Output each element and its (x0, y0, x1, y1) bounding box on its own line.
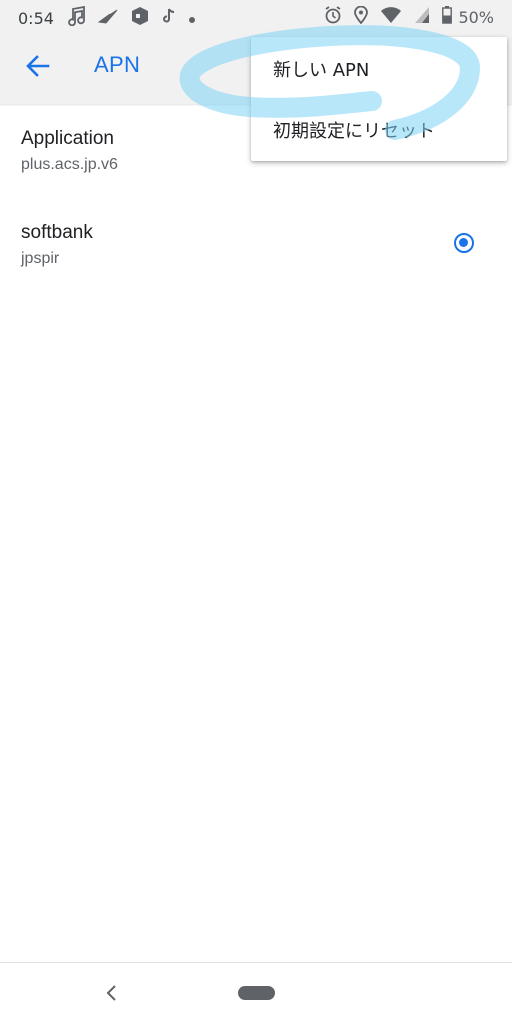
tiktok-icon (162, 8, 176, 28)
status-right: 50% (324, 5, 494, 28)
back-button[interactable] (18, 48, 58, 88)
status-time: 0:54 (18, 8, 54, 28)
page-title: APN (94, 52, 141, 77)
navigation-bar (0, 962, 512, 1024)
apn-settings-screen: 0:54 50% APN Application plus.acs.jp.v6 … (0, 0, 512, 1024)
signal-icon (414, 6, 430, 28)
dot-icon (188, 9, 196, 28)
status-left: 0:54 (18, 5, 208, 30)
nav-back-icon[interactable] (100, 981, 124, 1005)
arrow-back-icon (25, 53, 51, 83)
music-note-icon (68, 5, 86, 30)
battery-icon (442, 6, 453, 28)
status-bar: 0:54 50% (0, 0, 512, 32)
apn-radio-button-selected[interactable] (454, 233, 474, 253)
wifi-icon (380, 6, 402, 28)
home-pill-icon[interactable] (238, 986, 275, 1000)
apn-value: jpspir (21, 250, 60, 267)
apn-name: softbank (21, 222, 93, 243)
apn-name: Application (21, 128, 114, 149)
battery-percentage: 50% (458, 7, 494, 27)
menu-item-reset-defaults[interactable]: 初期設定にリセット (251, 100, 507, 160)
apn-value: plus.acs.jp.v6 (21, 156, 118, 173)
paper-plane-icon (97, 7, 118, 29)
overflow-menu: 新しい APN 初期設定にリセット (251, 37, 507, 161)
alarm-icon (324, 6, 342, 28)
app-box-icon (130, 6, 150, 30)
menu-item-new-apn[interactable]: 新しい APN (251, 39, 507, 99)
list-item[interactable]: softbank jpspir (0, 198, 512, 292)
location-icon (354, 5, 369, 28)
